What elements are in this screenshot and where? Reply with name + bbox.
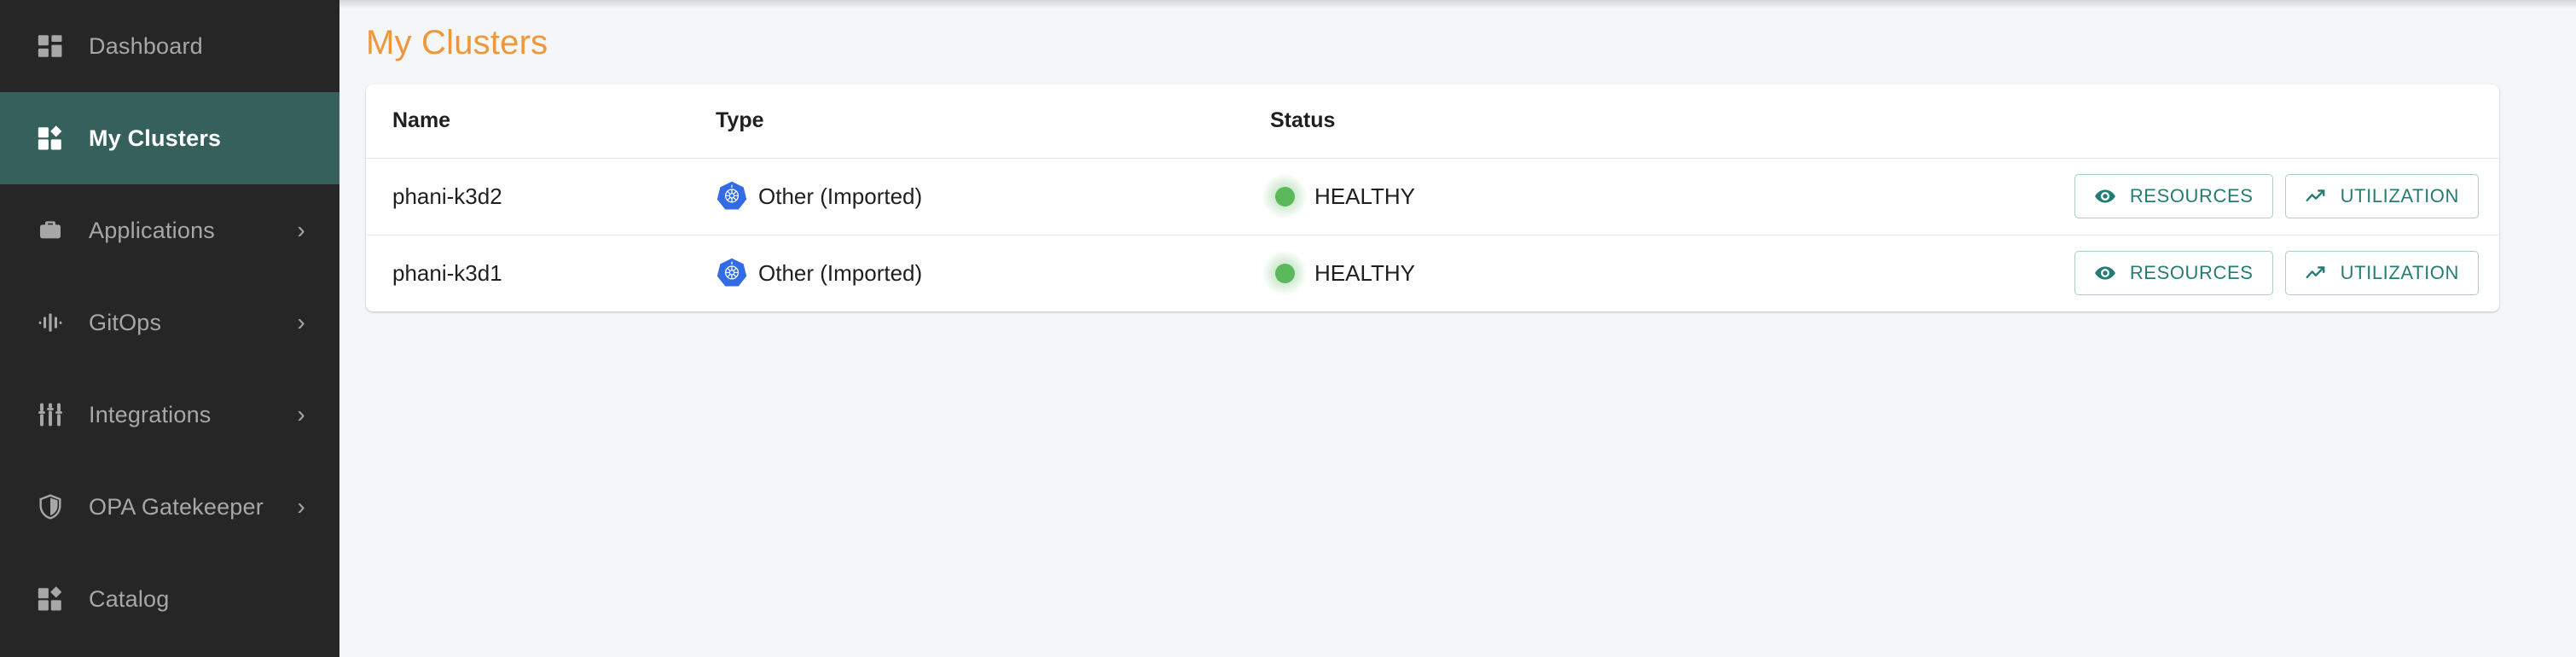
sidebar-item-label: Catalog <box>89 585 170 612</box>
chevron-right-icon: › <box>297 217 305 243</box>
waveform-icon <box>34 306 67 339</box>
utilization-button[interactable]: UTILIZATION <box>2284 251 2479 296</box>
resources-button-label: RESOURCES <box>2129 262 2254 284</box>
sidebar-item-label: My Clusters <box>89 125 222 151</box>
cell-cluster-status: HEALTHY <box>1262 235 2022 311</box>
status-indicator-icon <box>1262 174 1307 218</box>
sidebar-item-integrations[interactable]: Integrations › <box>0 369 339 461</box>
resources-button-label: RESOURCES <box>2129 185 2254 206</box>
cell-row-actions: RESOURCES UTILIZATION <box>2022 158 2499 235</box>
cell-row-actions: RESOURCES UTILIZATION <box>2022 235 2499 311</box>
table-header: Name Type Status <box>366 84 2499 158</box>
column-header-status: Status <box>1270 108 1336 133</box>
sidebar-item-opa-gatekeeper[interactable]: OPA Gatekeeper › <box>0 461 339 553</box>
status-badge: HEALTHY <box>1314 259 1415 286</box>
clusters-icon <box>34 122 67 154</box>
status-badge: HEALTHY <box>1314 183 1415 209</box>
catalog-icon <box>34 583 67 615</box>
utilization-button-label: UTILIZATION <box>2340 185 2459 206</box>
shield-icon <box>34 491 67 523</box>
dashboard-grid-icon <box>34 30 67 62</box>
sidebar-item-label: OPA Gatekeeper <box>89 493 264 520</box>
table-row[interactable]: phani-k3d1 Other (Imported) HEALTHY RESO… <box>366 235 2499 311</box>
cell-cluster-type: Other (Imported) <box>716 235 1270 311</box>
table-body: phani-k3d2 Other (Imported) HEALTHY RESO… <box>366 158 2499 311</box>
sidebar-item-label: GitOps <box>89 309 162 335</box>
kubernetes-icon <box>716 180 748 212</box>
page-title: My Clusters <box>366 24 548 61</box>
column-header-type: Type <box>716 108 764 133</box>
sliders-icon <box>34 398 67 431</box>
cell-cluster-status: HEALTHY <box>1262 158 2022 235</box>
cell-cluster-type: Other (Imported) <box>716 158 1270 235</box>
clusters-table: Name Type Status phani-k3d2 Other (Impor… <box>366 84 2499 311</box>
sidebar-item-label: Dashboard <box>89 32 203 59</box>
utilization-button[interactable]: UTILIZATION <box>2284 174 2479 218</box>
sidebar-item-my-clusters[interactable]: My Clusters <box>0 92 339 184</box>
cluster-type-label: Other (Imported) <box>758 259 923 286</box>
kubernetes-icon <box>716 257 748 289</box>
sidebar: Dashboard My Clusters Applications › Git… <box>0 0 339 657</box>
app-root: Dashboard My Clusters Applications › Git… <box>0 0 2576 657</box>
table-header-row: Name Type Status <box>366 84 2499 158</box>
chevron-right-icon: › <box>297 309 305 335</box>
sidebar-item-label: Applications <box>89 217 215 243</box>
status-indicator-icon <box>1262 251 1307 296</box>
clusters-table-card: Name Type Status phani-k3d2 Other (Impor… <box>366 84 2499 311</box>
eye-icon <box>2094 185 2116 207</box>
main-content: My Clusters Name Type Status phani-k3d2 <box>339 0 2576 657</box>
sidebar-item-label: Integrations <box>89 401 212 427</box>
cluster-type-label: Other (Imported) <box>758 183 923 209</box>
column-header-name: Name <box>392 108 451 133</box>
cell-cluster-name: phani-k3d1 <box>392 259 502 286</box>
trending-up-icon <box>2305 185 2327 207</box>
sidebar-item-gitops[interactable]: GitOps › <box>0 276 339 369</box>
chevron-right-icon: › <box>297 493 305 520</box>
sidebar-item-dashboard[interactable]: Dashboard <box>0 0 339 92</box>
sidebar-item-catalog[interactable]: Catalog <box>0 553 339 645</box>
eye-icon <box>2094 262 2116 284</box>
column-header-actions <box>2022 84 2499 158</box>
sidebar-item-applications[interactable]: Applications › <box>0 184 339 276</box>
cell-cluster-name: phani-k3d2 <box>392 183 502 209</box>
utilization-button-label: UTILIZATION <box>2340 262 2459 284</box>
table-row[interactable]: phani-k3d2 Other (Imported) HEALTHY RESO… <box>366 158 2499 235</box>
resources-button[interactable]: RESOURCES <box>2074 251 2273 296</box>
trending-up-icon <box>2305 262 2327 284</box>
resources-button[interactable]: RESOURCES <box>2074 174 2273 218</box>
chevron-right-icon: › <box>297 401 305 427</box>
briefcase-icon <box>34 214 67 247</box>
